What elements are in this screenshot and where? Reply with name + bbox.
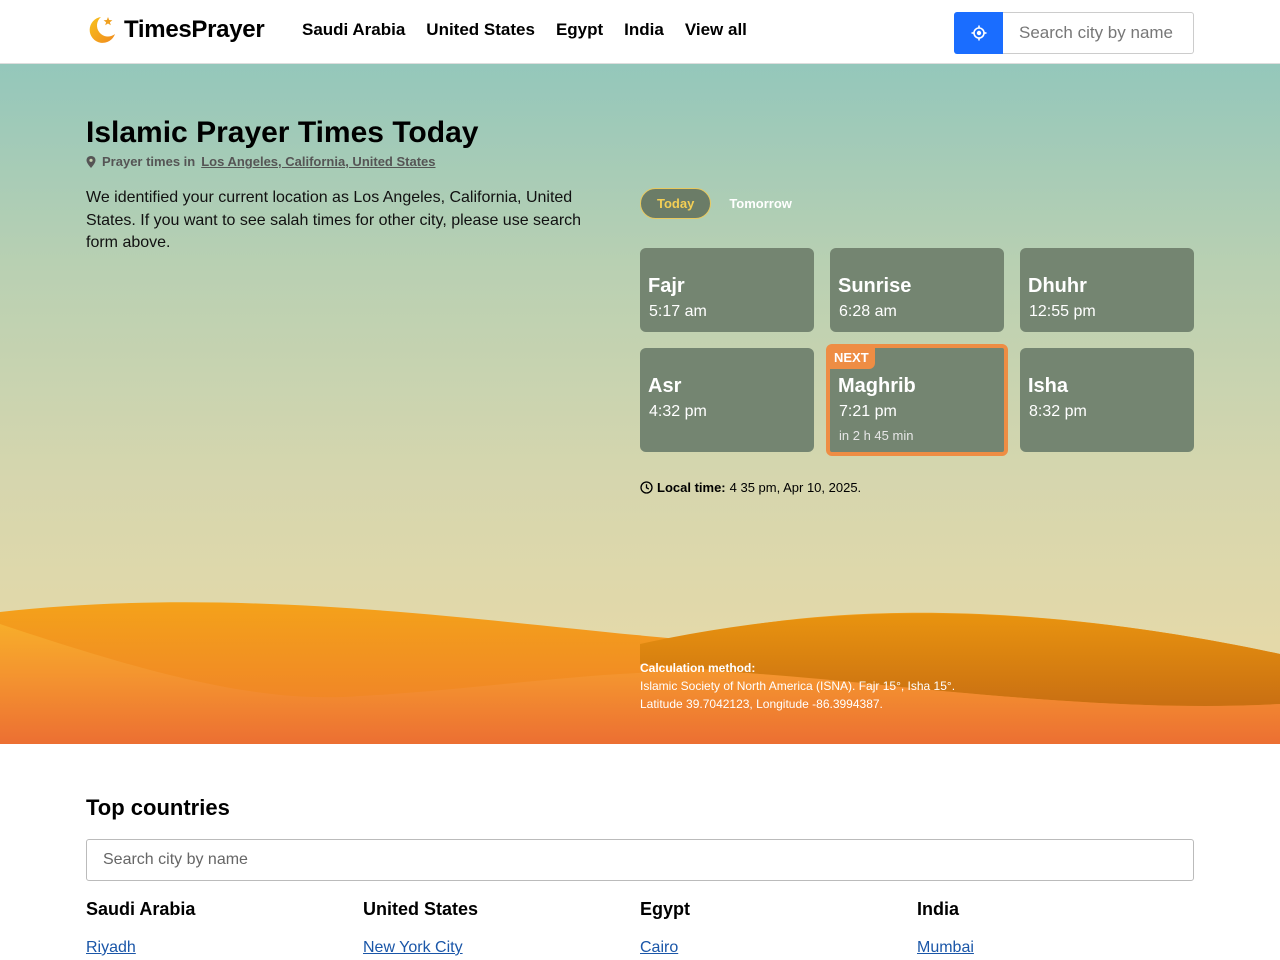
day-tabs: Today Tomorrow [640, 188, 808, 219]
nav-link-saudi-arabia[interactable]: Saudi Arabia [302, 20, 405, 40]
country-name: Egypt [640, 899, 691, 919]
prayer-card-maghrib: NEXT Maghrib 7:21 pm in 2 h 45 min [826, 344, 1008, 456]
local-time-value: 4 35 pm, Apr 10, 2025. [729, 480, 862, 495]
prayer-name: Sunrise [838, 275, 912, 297]
crescent-star-icon [89, 17, 115, 43]
brand-name: TimesPrayer [124, 16, 265, 43]
prayer-time: 7:21 pm [839, 403, 897, 420]
city-link-new-york-city[interactable]: New York City [363, 939, 623, 957]
prayer-time: 4:32 pm [649, 403, 707, 420]
prayer-name: Fajr [648, 275, 685, 297]
coordinates-text: Latitude 39.7042123, Longitude -86.39943… [640, 697, 883, 711]
main-nav: Saudi Arabia United States Egypt India V… [302, 20, 747, 40]
prayer-name: Maghrib [838, 375, 916, 397]
nav-link-egypt[interactable]: Egypt [556, 20, 603, 40]
crosshair-location-icon [971, 25, 987, 41]
tab-tomorrow[interactable]: Tomorrow [727, 189, 808, 218]
calculation-method: Calculation method: Islamic Society of N… [640, 659, 955, 713]
clock-icon [640, 481, 653, 494]
page-title: Islamic Prayer Times Today [86, 116, 479, 149]
hero-section: Islamic Prayer Times Today Prayer times … [0, 64, 1280, 744]
prayer-card-fajr: Fajr 5:17 am [640, 248, 814, 332]
prayer-card-dhuhr: Dhuhr 12:55 pm [1020, 248, 1194, 332]
prayer-countdown: in 2 h 45 min [839, 428, 914, 443]
location-line: Prayer times in Los Angeles, California,… [86, 154, 436, 169]
country-name: Saudi Arabia [86, 899, 196, 919]
prayer-name: Asr [648, 375, 682, 397]
local-time-label: Local time: [657, 480, 726, 495]
prayer-time: 8:32 pm [1029, 403, 1087, 420]
country-column-india: India Mumbai [917, 899, 1177, 957]
tab-today[interactable]: Today [640, 188, 712, 219]
city-link-riyadh[interactable]: Riyadh [86, 939, 346, 957]
nav-link-united-states[interactable]: United States [426, 20, 535, 40]
next-prayer-badge: NEXT [830, 348, 875, 369]
local-time: Local time: 4 35 pm, Apr 10, 2025. [640, 480, 861, 495]
calculation-method-text: Islamic Society of North America (ISNA).… [640, 679, 956, 693]
prayer-card-isha: Isha 8:32 pm [1020, 348, 1194, 452]
nav-link-india[interactable]: India [624, 20, 664, 40]
top-countries-title: Top countries [86, 795, 230, 820]
prayer-card-sunrise: Sunrise 6:28 am [830, 248, 1004, 332]
country-column-egypt: Egypt Cairo [640, 899, 900, 957]
current-location-link[interactable]: Los Angeles, California, United States [201, 154, 435, 169]
prayer-name: Dhuhr [1028, 275, 1087, 297]
locate-me-button[interactable] [954, 12, 1004, 54]
map-pin-icon [86, 155, 96, 168]
country-name: United States [363, 899, 479, 919]
site-header: TimesPrayer Saudi Arabia United States E… [0, 0, 1280, 64]
prayer-name: Isha [1028, 375, 1069, 397]
nav-link-view-all[interactable]: View all [685, 20, 747, 40]
location-prefix: Prayer times in [102, 154, 196, 169]
city-search-input[interactable] [86, 839, 1194, 881]
country-name: India [917, 899, 960, 919]
logo[interactable]: TimesPrayer [86, 13, 265, 47]
calculation-label: Calculation method: [640, 661, 756, 675]
city-link-mumbai[interactable]: Mumbai [917, 939, 1177, 957]
header-search-input[interactable] [1003, 12, 1194, 54]
prayer-time: 5:17 am [649, 303, 707, 320]
location-intro-text: We identified your current location as L… [86, 189, 582, 251]
country-column-saudi-arabia: Saudi Arabia Riyadh [86, 899, 346, 957]
city-link-cairo[interactable]: Cairo [640, 939, 900, 957]
prayer-time: 6:28 am [839, 303, 897, 320]
prayer-time: 12:55 pm [1029, 303, 1096, 320]
country-column-united-states: United States New York City [363, 899, 623, 957]
prayer-card-asr: Asr 4:32 pm [640, 348, 814, 452]
